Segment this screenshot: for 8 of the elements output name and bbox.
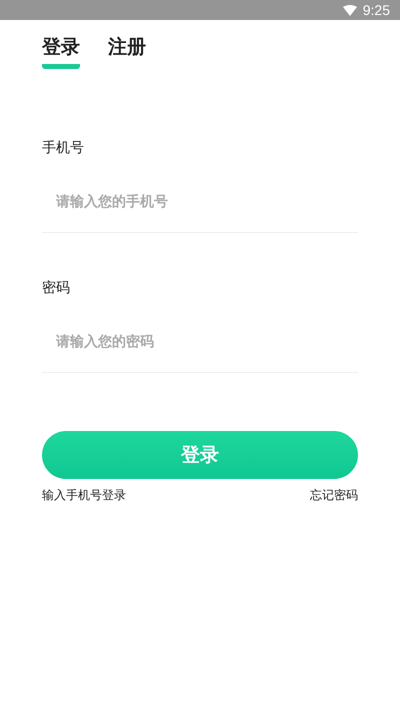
status-time: 9:25 [362, 2, 390, 18]
tab[interactable]: 注册 [108, 34, 146, 69]
field-label: 手机号 [42, 139, 85, 157]
wifi-icon [342, 4, 357, 16]
phone-login-link[interactable]: 输入手机号登录 [42, 487, 126, 504]
tab[interactable]: 登录 [42, 34, 80, 69]
field-label: 密码 [42, 279, 71, 297]
forgot-password-link[interactable]: 忘记密码 [310, 487, 358, 504]
